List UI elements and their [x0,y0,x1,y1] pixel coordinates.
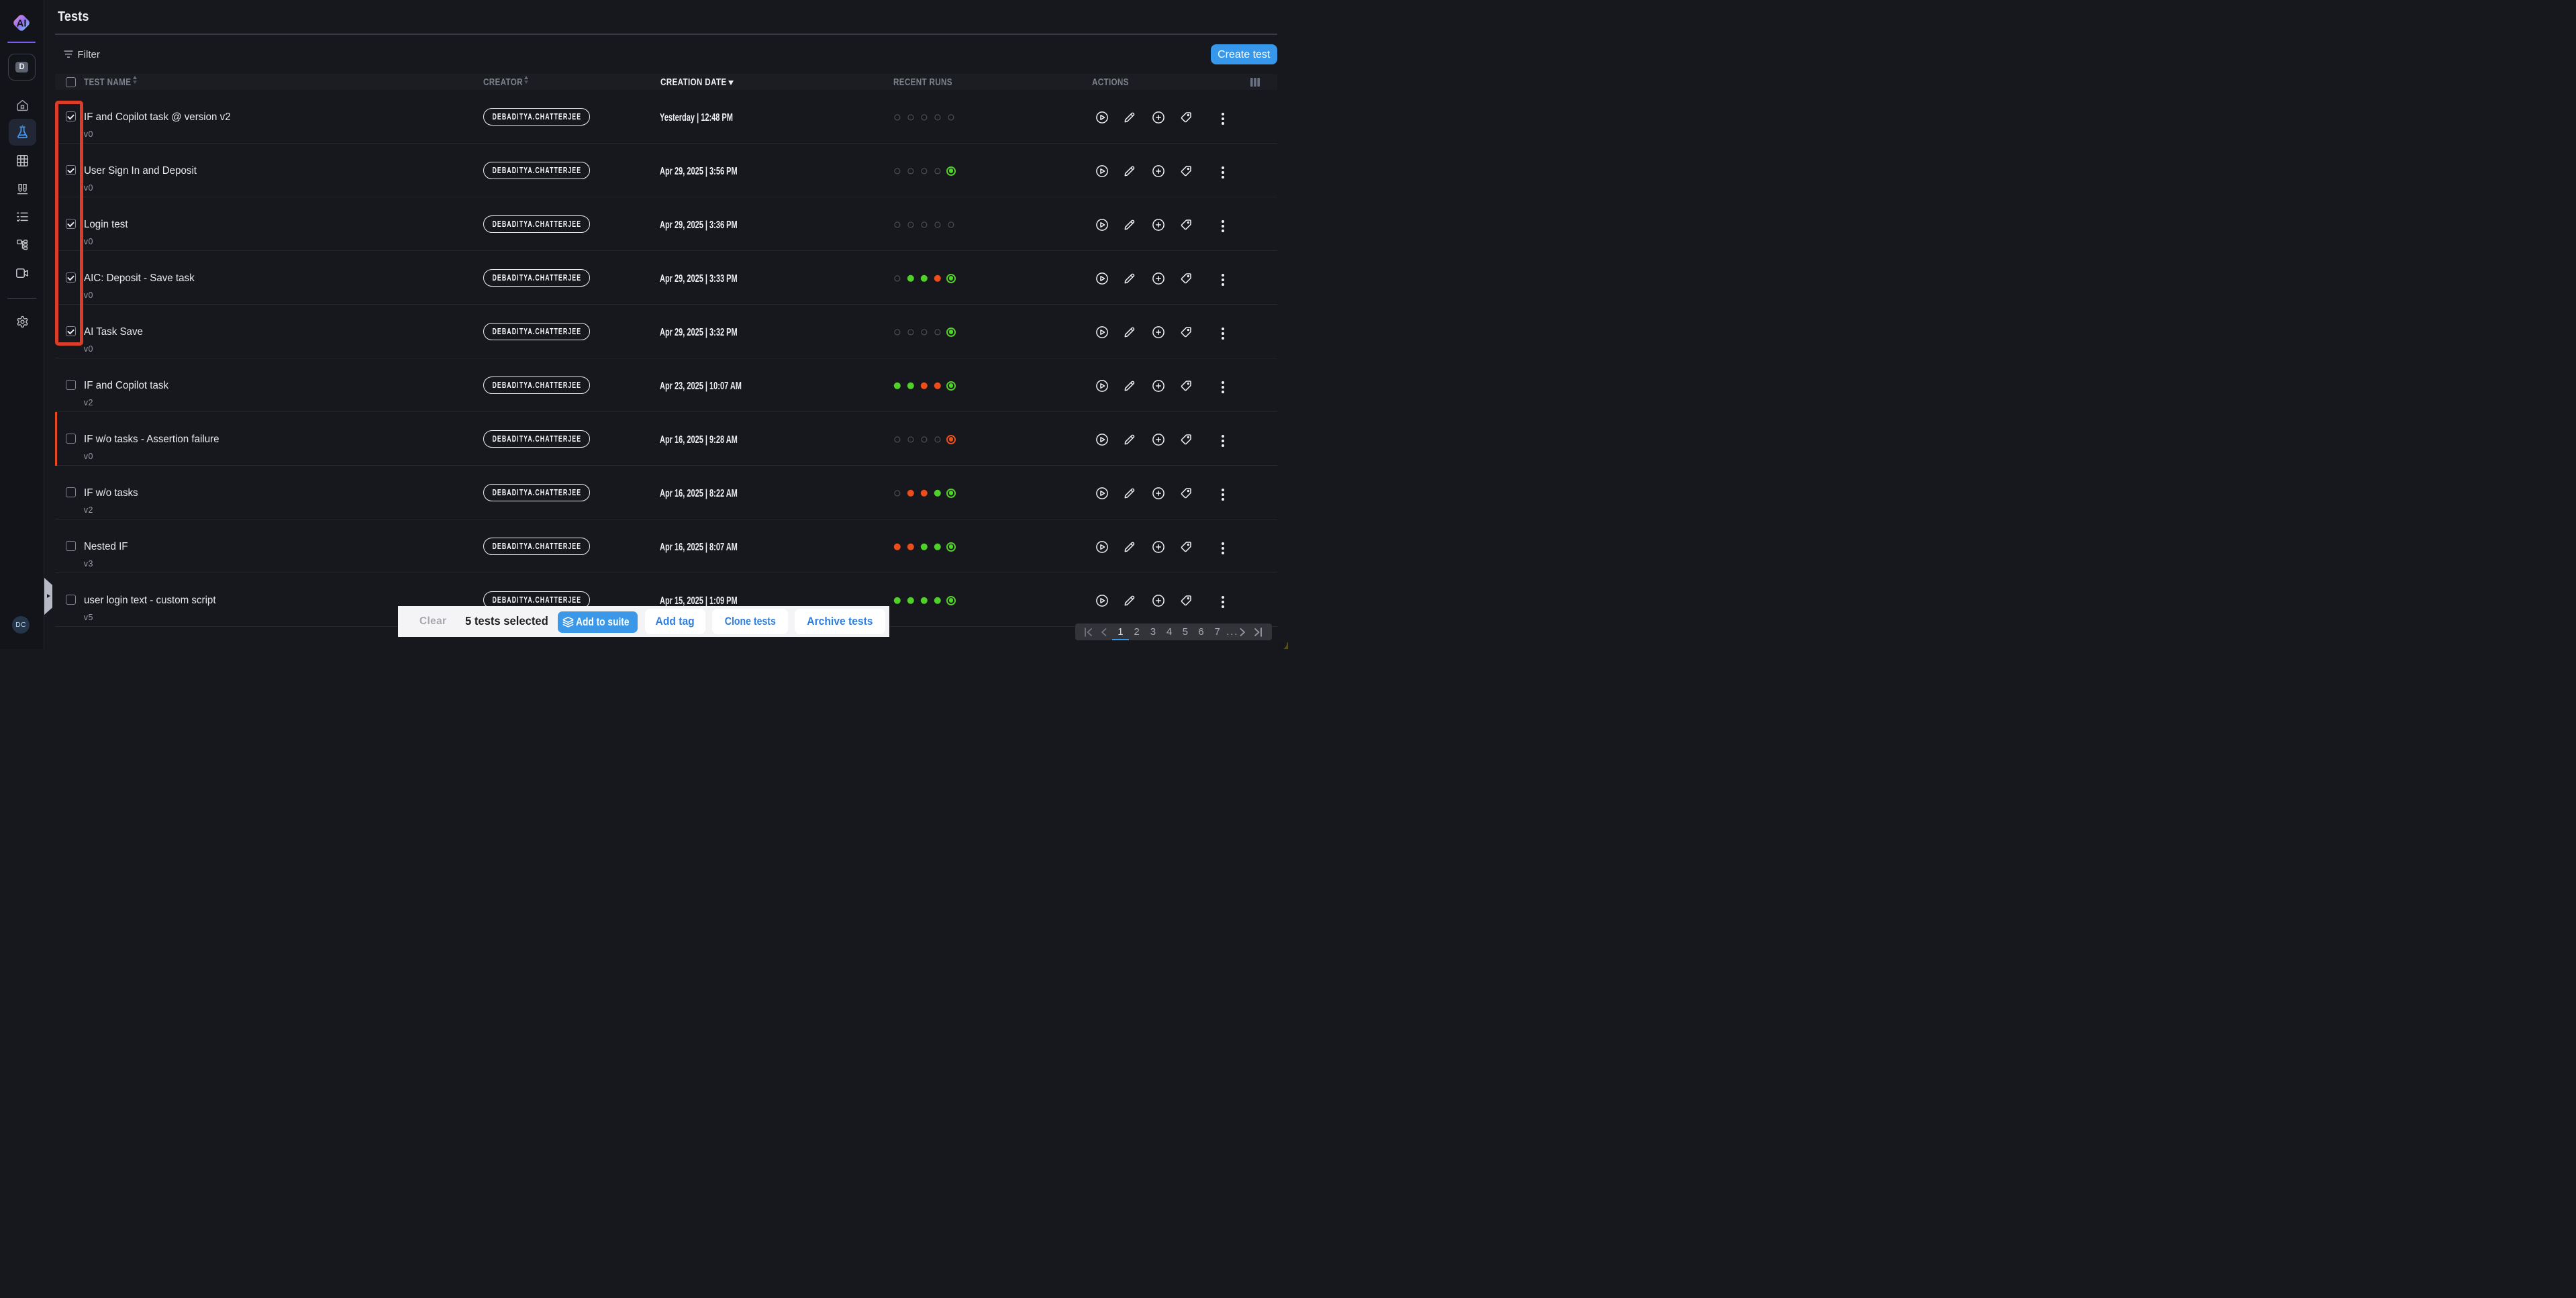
svg-text:AI: AI [17,17,27,29]
